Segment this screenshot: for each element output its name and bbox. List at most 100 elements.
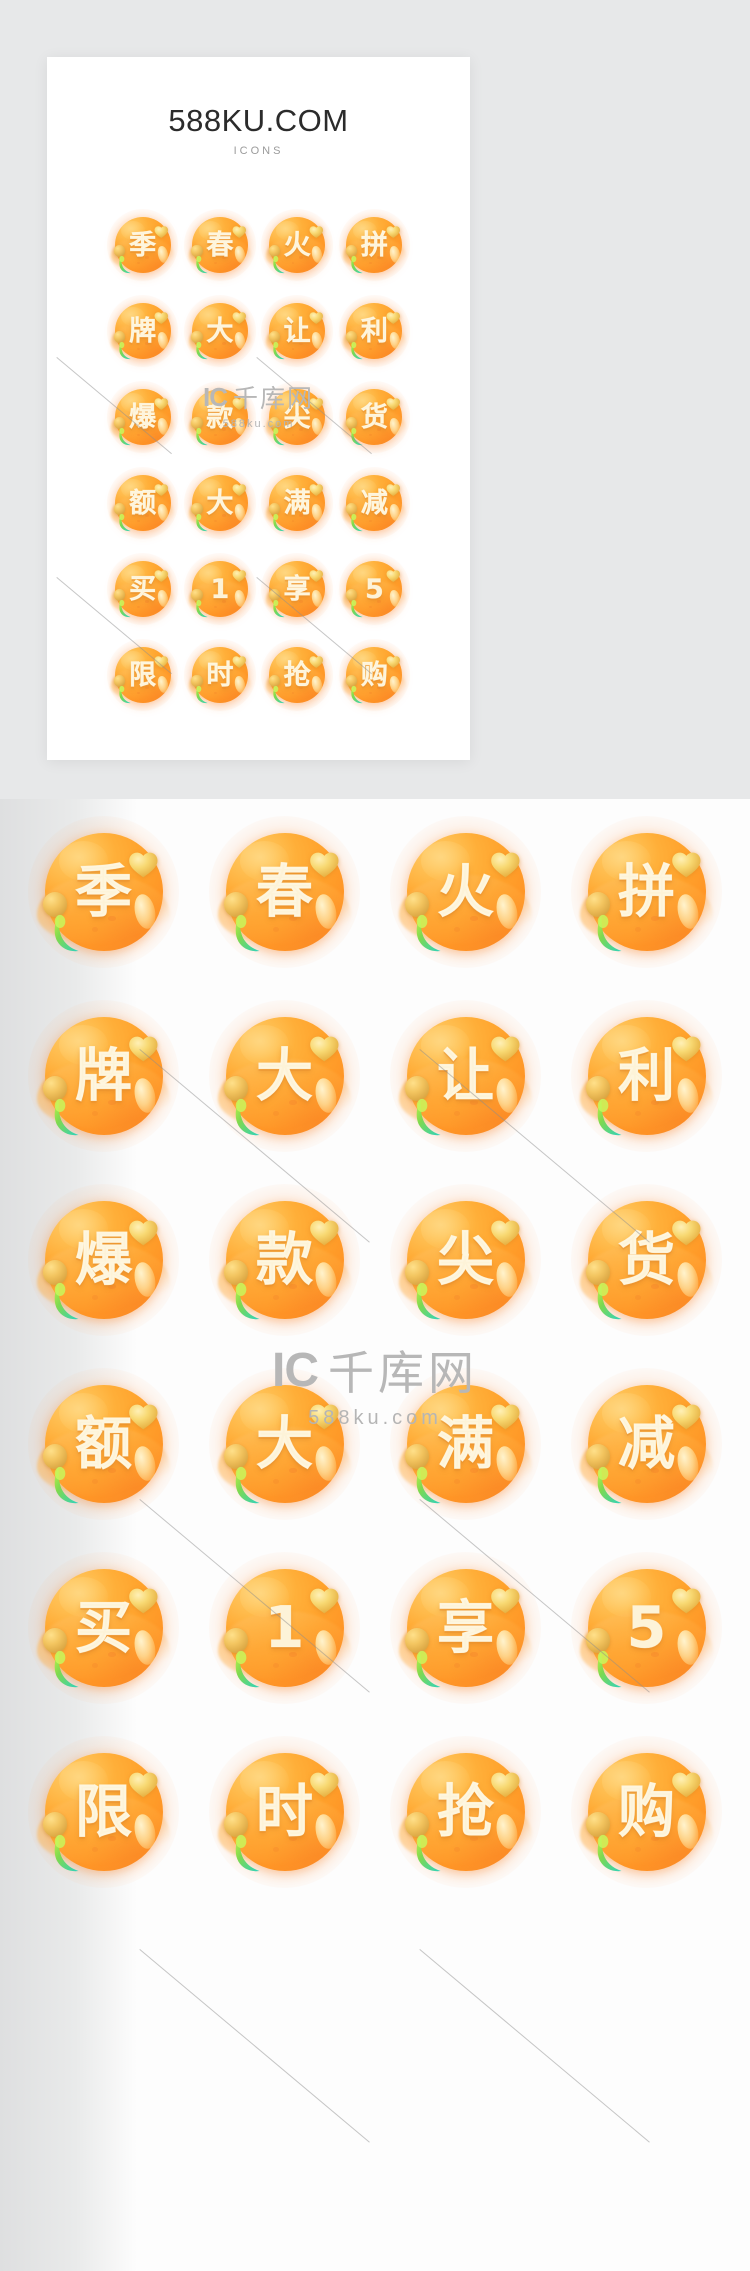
page-root: 588KU.COM ICONS 季春火拼牌大让利爆款尖货额大满减买1享5限时抢购… (0, 0, 750, 2271)
icon-xian[interactable]: 限 (27, 1736, 180, 1888)
icon-da-2[interactable]: 大 (184, 467, 256, 539)
icon-label: 时 (256, 1778, 314, 1845)
heart-icon (232, 569, 247, 582)
icon-label: 享 (283, 573, 311, 605)
icon-label: 满 (437, 1410, 495, 1477)
icon-label: 利 (360, 315, 389, 347)
icon-mai[interactable]: 买 (106, 553, 179, 625)
icon-ji[interactable]: 季 (106, 209, 179, 281)
icon-da-2[interactable]: 大 (208, 1368, 361, 1520)
icon-e[interactable]: 额 (106, 467, 179, 539)
icon-label: 限 (75, 1778, 133, 1845)
icon-jian[interactable]: 尖 (261, 381, 333, 453)
icon-e[interactable]: 额 (27, 1368, 180, 1520)
icon-kuan[interactable]: 款 (184, 381, 256, 453)
heart-icon (128, 1034, 159, 1062)
icon-ji[interactable]: 季 (27, 816, 180, 968)
icon-huo[interactable]: 火 (261, 209, 333, 281)
icon-five[interactable]: 5 (338, 553, 411, 625)
icon-xiang[interactable]: 享 (389, 1552, 542, 1704)
icon-huo-goods[interactable]: 货 (338, 381, 411, 453)
heart-icon (309, 397, 324, 410)
icon-pai[interactable]: 牌 (27, 1000, 180, 1152)
icon-label: 爆 (75, 1226, 133, 1293)
icon-jian-reduce[interactable]: 减 (338, 467, 411, 539)
icon-shi[interactable]: 时 (184, 639, 256, 711)
icon-bao[interactable]: 爆 (106, 381, 179, 453)
icon-chun[interactable]: 春 (184, 209, 256, 281)
heart-icon (232, 397, 247, 410)
icon-label: 拼 (618, 858, 676, 925)
showcase-section: 季春火拼牌大让利爆款尖货额大满减买1享5限时抢购 IC 千库网 588ku.co… (0, 799, 750, 2271)
icon-huo-goods[interactable]: 货 (570, 1184, 723, 1336)
icon-gou[interactable]: 购 (338, 639, 411, 711)
heart-icon (154, 397, 169, 410)
heart-icon (309, 311, 324, 324)
heart-icon (309, 850, 340, 878)
icon-label: 让 (283, 315, 311, 347)
icon-li[interactable]: 利 (338, 295, 411, 367)
icon-bao[interactable]: 爆 (27, 1184, 180, 1336)
preview-header: 588KU.COM ICONS (47, 105, 470, 157)
icon-label: 1 (210, 573, 230, 605)
icon-kuan[interactable]: 款 (208, 1184, 361, 1336)
icon-label: 减 (618, 1410, 676, 1477)
heart-icon (128, 1770, 159, 1798)
icon-rang[interactable]: 让 (389, 1000, 542, 1152)
icon-label: 牌 (129, 315, 157, 347)
icon-label: 尖 (283, 401, 311, 433)
icon-xian[interactable]: 限 (106, 639, 179, 711)
heart-icon (128, 1218, 159, 1246)
icon-label: 大 (256, 1410, 314, 1477)
icon-grid-preview: 季春火拼牌大让利爆款尖货额大满减买1享5限时抢购 (106, 209, 411, 711)
icon-label: 额 (75, 1410, 133, 1477)
icon-pai[interactable]: 牌 (106, 295, 179, 367)
icon-one[interactable]: 1 (208, 1552, 361, 1704)
icon-li[interactable]: 利 (570, 1000, 723, 1152)
icon-label: 1 (264, 1594, 305, 1661)
heart-icon (309, 1218, 340, 1246)
icon-man[interactable]: 满 (261, 467, 333, 539)
heart-icon (671, 1218, 702, 1246)
icon-rang[interactable]: 让 (261, 295, 333, 367)
watermark-stroke (139, 1949, 370, 2143)
icon-pin[interactable]: 拼 (570, 816, 723, 968)
icon-da-1[interactable]: 大 (208, 1000, 361, 1152)
icon-jian-reduce[interactable]: 减 (570, 1368, 723, 1520)
heart-icon (386, 569, 401, 582)
icon-label: 大 (256, 1042, 314, 1109)
icon-qiang[interactable]: 抢 (389, 1736, 542, 1888)
heart-icon (671, 850, 702, 878)
heart-icon (154, 655, 169, 668)
icon-jian[interactable]: 尖 (389, 1184, 542, 1336)
icon-label: 买 (75, 1594, 133, 1661)
heart-icon (309, 1770, 340, 1798)
page-subtitle: ICONS (233, 145, 284, 157)
heart-icon (490, 1034, 521, 1062)
icon-one[interactable]: 1 (184, 553, 256, 625)
icon-huo[interactable]: 火 (389, 816, 542, 968)
icon-label: 货 (360, 401, 389, 433)
icon-shi[interactable]: 时 (208, 1736, 361, 1888)
icon-label: 限 (129, 659, 157, 691)
icon-label: 5 (364, 573, 384, 605)
icon-label: 购 (360, 659, 389, 691)
page-title: 588KU.COM (168, 103, 349, 138)
icon-mai[interactable]: 买 (27, 1552, 180, 1704)
icon-qiang[interactable]: 抢 (261, 639, 333, 711)
heart-icon (232, 225, 247, 238)
icon-five[interactable]: 5 (570, 1552, 723, 1704)
heart-icon (490, 1586, 521, 1614)
icon-chun[interactable]: 春 (208, 816, 361, 968)
icon-label: 火 (283, 229, 311, 261)
icon-label: 尖 (437, 1226, 495, 1293)
icon-label: 春 (206, 229, 234, 261)
heart-icon (386, 483, 401, 496)
icon-da-1[interactable]: 大 (184, 295, 256, 367)
icon-xiang[interactable]: 享 (261, 553, 333, 625)
icon-pin[interactable]: 拼 (338, 209, 411, 281)
icon-label: 抢 (283, 659, 311, 691)
icon-label: 利 (618, 1042, 676, 1109)
icon-gou[interactable]: 购 (570, 1736, 723, 1888)
icon-man[interactable]: 满 (389, 1368, 542, 1520)
